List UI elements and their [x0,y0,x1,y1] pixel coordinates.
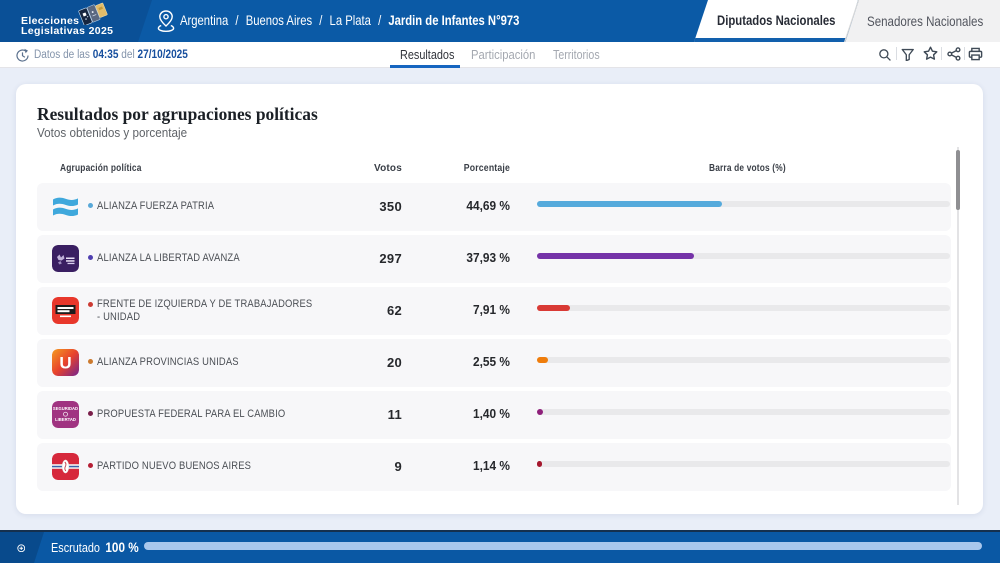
svg-text:U: U [59,354,71,373]
svg-text:LIBERTAD: LIBERTAD [55,417,76,422]
svg-text:SEGURIDAD: SEGURIDAD [53,406,78,411]
